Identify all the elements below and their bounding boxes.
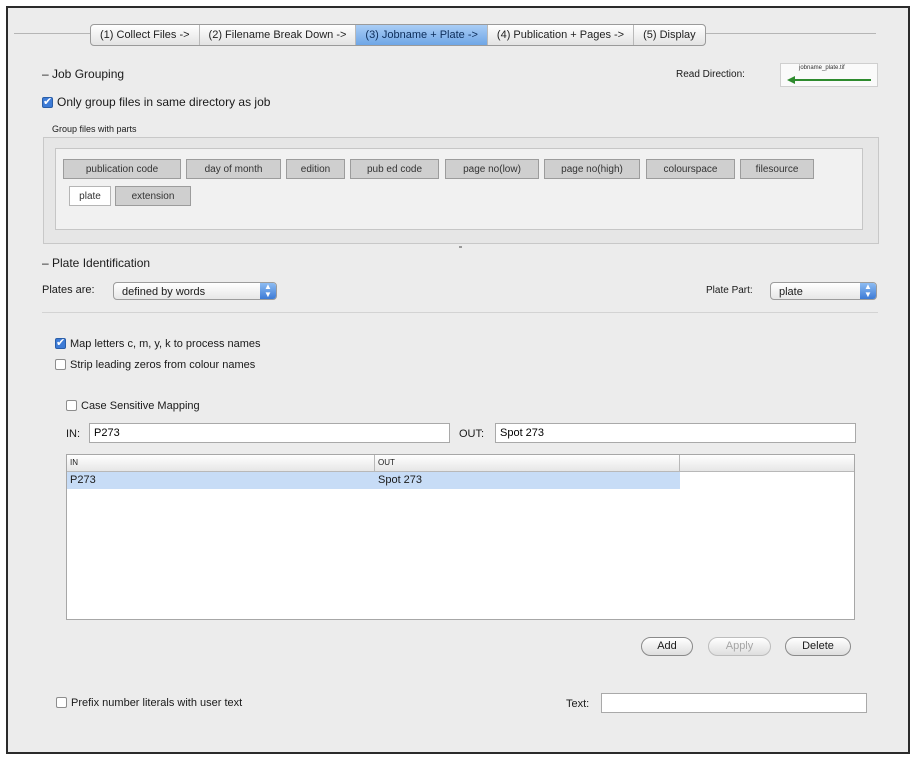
tab-display[interactable]: (5) Display	[634, 25, 705, 45]
cell-out: Spot 273	[378, 474, 423, 486]
chip-pub-ed-code[interactable]: pub ed code	[350, 159, 439, 179]
plates-are-select[interactable]: defined by words ▲ ▼	[113, 282, 277, 300]
chip-page-no-low[interactable]: page no(low)	[445, 159, 539, 179]
prefix-literals-checkbox[interactable]: Prefix number literals with user text	[56, 697, 242, 709]
read-direction-indicator: jobname_plate.tif	[780, 63, 878, 87]
chip-plate[interactable]: plate	[69, 186, 111, 206]
up-down-arrows-icon: ▲ ▼	[860, 283, 876, 299]
chip-filesource[interactable]: filesource	[740, 159, 814, 179]
tab-bar: (1) Collect Files -> (2) Filename Break …	[90, 24, 706, 46]
plate-identification-title[interactable]: – Plate Identification	[42, 256, 150, 270]
plate-part-select[interactable]: plate ▲ ▼	[770, 282, 877, 300]
text-label: Text:	[566, 698, 590, 710]
job-grouping-title[interactable]: – Job Grouping	[42, 67, 124, 81]
apply-button[interactable]: Apply	[708, 637, 771, 656]
column-header-in[interactable]: IN	[67, 455, 375, 471]
add-button[interactable]: Add	[641, 637, 693, 656]
strip-zeros-check[interactable]	[55, 359, 66, 370]
strip-zeros-label: Strip leading zeros from colour names	[70, 359, 256, 371]
tab-jobname-plate[interactable]: (3) Jobname + Plate ->	[356, 25, 488, 45]
only-group-files-check[interactable]	[42, 95, 53, 108]
read-direction-label: Read Direction:	[676, 69, 745, 80]
chip-page-no-high[interactable]: page no(high)	[544, 159, 640, 179]
chip-edition[interactable]: edition	[286, 159, 345, 179]
case-sensitive-checkbox[interactable]: Case Sensitive Mapping	[66, 400, 200, 412]
plates-are-label: Plates are:	[42, 284, 95, 296]
in-label: IN:	[66, 428, 81, 440]
map-letters-checkbox[interactable]: Map letters c, m, y, k to process names	[55, 336, 261, 350]
tab-collect-files[interactable]: (1) Collect Files ->	[91, 25, 200, 45]
prefix-literals-check[interactable]	[56, 697, 67, 708]
cell-in: P273	[70, 474, 96, 486]
only-group-files-label: Only group files in same directory as jo…	[57, 95, 271, 109]
tab-filename-break-down[interactable]: (2) Filename Break Down ->	[200, 25, 357, 45]
only-group-files-checkbox[interactable]: Only group files in same directory as jo…	[42, 95, 270, 109]
section-separator	[42, 312, 878, 313]
map-letters-label: Map letters c, m, y, k to process names	[70, 338, 261, 350]
out-input[interactable]	[495, 423, 856, 443]
in-input[interactable]	[89, 423, 450, 443]
strip-zeros-checkbox[interactable]: Strip leading zeros from colour names	[55, 359, 255, 371]
chip-colourspace[interactable]: colourspace	[646, 159, 735, 179]
prefix-text-input[interactable]	[601, 693, 867, 713]
resize-handle[interactable]	[459, 246, 462, 248]
table-header: IN OUT	[67, 455, 854, 472]
table-row[interactable]: P273 Spot 273	[67, 472, 680, 489]
chip-publication-code[interactable]: publication code	[63, 159, 181, 179]
map-letters-check[interactable]	[55, 336, 66, 349]
case-sensitive-check[interactable]	[66, 400, 77, 411]
out-label: OUT:	[459, 428, 485, 440]
mapping-table[interactable]: IN OUT P273 Spot 273	[66, 454, 855, 620]
chip-day-of-month[interactable]: day of month	[186, 159, 281, 179]
read-direction-value: jobname_plate.tif	[799, 65, 845, 71]
plates-are-value: defined by words	[122, 286, 206, 298]
case-sensitive-label: Case Sensitive Mapping	[81, 400, 200, 412]
prefix-literals-label: Prefix number literals with user text	[71, 697, 243, 709]
delete-button[interactable]: Delete	[785, 637, 851, 656]
plate-part-label: Plate Part:	[706, 285, 753, 296]
chip-extension[interactable]: extension	[115, 186, 191, 206]
left-arrow-icon	[787, 76, 871, 84]
plate-part-value: plate	[779, 286, 803, 298]
column-header-out[interactable]: OUT	[375, 455, 680, 471]
up-down-arrows-icon: ▲ ▼	[260, 283, 276, 299]
group-files-label: Group files with parts	[52, 124, 137, 134]
window-frame	[6, 6, 910, 754]
tab-publication-pages[interactable]: (4) Publication + Pages ->	[488, 25, 635, 45]
